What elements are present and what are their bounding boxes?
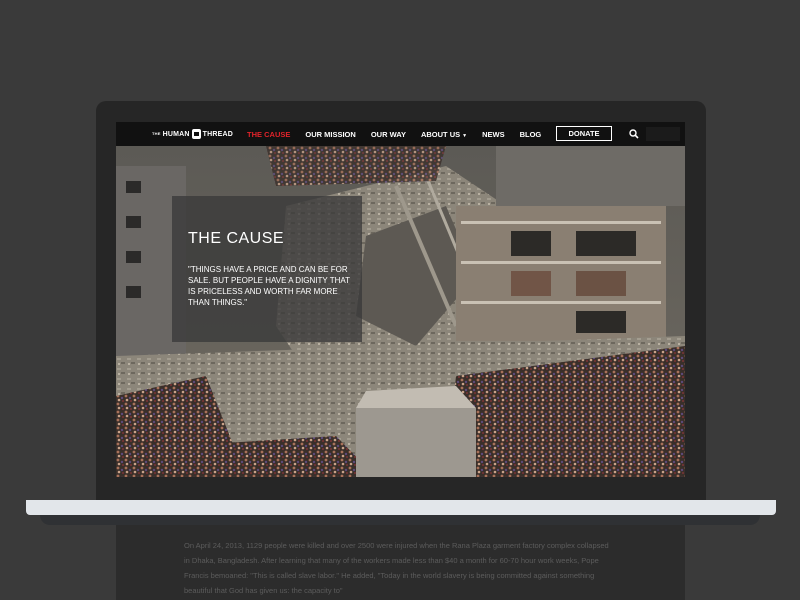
donate-button[interactable]: DONATE [556,126,612,141]
nav-item-blog[interactable]: BLOG [520,130,542,139]
nav-item-our-mission[interactable]: OUR MISSION [305,130,355,139]
nav-item-our-way[interactable]: OUR WAY [371,130,406,139]
hero-quote: "THINGS HAVE A PRICE AND CAN BE FOR SALE… [188,265,350,307]
laptop-base-shadow [40,515,760,525]
logo-thread-text: THREAD [202,130,234,138]
site-logo[interactable]: THE HUMAN THREAD [152,129,233,139]
search-icon[interactable] [626,126,642,142]
logo-human-text: HUMAN [162,130,190,138]
nav-item-about-us-label: ABOUT US [420,129,461,139]
laptop-screen: THE HUMAN THREAD THE CAUSE OUR MISSION O… [116,122,685,477]
logo-the-text: THE [152,131,161,136]
nav-item-the-cause[interactable]: THE CAUSE [247,130,290,139]
page-content-below: On April 24, 2013, 1129 people were kill… [116,525,685,600]
caret-down-icon: ▼ [462,132,468,139]
spool-icon [191,129,201,139]
search-input[interactable] [646,127,680,141]
nav-item-news[interactable]: NEWS [482,130,505,139]
hero-title: THE CAUSE [188,230,285,247]
nav-item-about-us[interactable]: ABOUT US ▼ [421,130,467,139]
laptop-base [26,500,776,515]
main-nav: THE HUMAN THREAD THE CAUSE OUR MISSION O… [116,122,685,146]
intro-paragraph: On April 24, 2013, 1129 people were kill… [184,541,609,595]
hero-card: THE CAUSE "THINGS HAVE A PRICE AND CAN B… [172,196,362,342]
